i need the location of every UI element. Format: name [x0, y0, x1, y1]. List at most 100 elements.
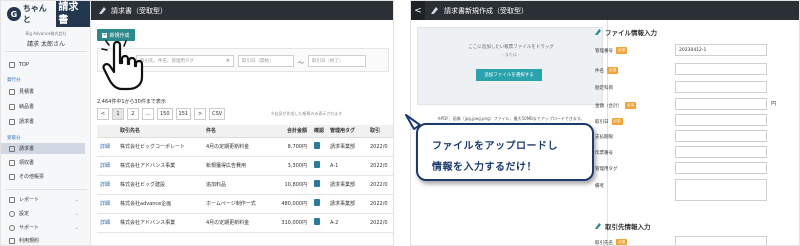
subject-input[interactable]	[675, 63, 767, 75]
range-separator: 〜	[298, 60, 305, 67]
detail-link[interactable]: 詳細	[97, 175, 117, 195]
label-text: 備考	[595, 184, 604, 189]
document-preview-icon[interactable]	[314, 218, 320, 225]
document-preview-icon[interactable]	[314, 180, 320, 187]
table-row[interactable]: 詳細 株式会社ビッグ建設 追加料品 10,800円 請求事業部 2022/0	[97, 175, 393, 195]
required-badge: 必須	[611, 118, 623, 125]
sidebar-item-label: 請求書	[19, 119, 35, 125]
sidebar-item-label: 設定	[19, 211, 30, 217]
document-icon	[9, 173, 15, 180]
column-header[interactable]: 取引	[367, 125, 393, 138]
sidebar-item-top[interactable]: TOP	[1, 59, 85, 70]
column-header[interactable]: 合計金額	[273, 125, 311, 138]
detail-link[interactable]: 詳細	[97, 213, 117, 233]
callout-text-line1: ファイルをアップロードし	[432, 141, 558, 152]
sidebar-item-settings[interactable]: 設定 ⌄	[1, 208, 85, 219]
brand-logo[interactable]: G ちゃんと 請求書	[7, 1, 90, 27]
field-label: 伝票番号	[595, 150, 613, 156]
subject-cell: 4月の定期更新料金	[203, 137, 273, 157]
table-row[interactable]: 詳細 株式会社アドバンス事業 新規獲得広告費用 3,300円 A-1 2022/…	[97, 156, 393, 176]
table-row[interactable]: 詳細 株式会社ビッグコーポレート 4月の定期更新料金 8,700円 請求事業部 …	[97, 137, 393, 157]
sidebar-item-terms[interactable]: 利用規約	[1, 235, 85, 245]
document-preview-icon[interactable]	[314, 199, 320, 206]
tag-cell: A-1	[327, 156, 367, 176]
page-button[interactable]: 151	[175, 108, 192, 120]
label-text: 管理用タグ	[595, 167, 618, 172]
sidebar-item-received-invoice[interactable]: 請求書	[1, 143, 85, 154]
invoice-list-screen: G ちゃんと 請求書 Big Advance株式会社 請求 太郎さん TOP 発…	[0, 0, 394, 246]
sidebar-item-received-receipt[interactable]: 領収書	[1, 157, 85, 168]
amount-input[interactable]	[675, 98, 767, 110]
date-cell: 2022/0	[367, 194, 393, 214]
sidebar-item-received-other[interactable]: その他帳票	[1, 171, 85, 182]
confirm-cell	[311, 137, 327, 157]
subject-cell: 4月の定期更新料金	[203, 213, 273, 233]
tag-cell: 請求事業部	[327, 137, 367, 157]
chevron-down-icon: ⌄	[74, 224, 79, 231]
client-info-section-title: 取引先情報入力	[595, 221, 651, 231]
csv-download-button[interactable]: CSV	[209, 108, 226, 120]
plus-icon: +	[102, 31, 108, 38]
confirm-cell	[311, 213, 327, 233]
sidebar-item-issued-quote[interactable]: 見積書	[1, 86, 85, 97]
document-preview-icon[interactable]	[314, 161, 320, 168]
page-button[interactable]: 2	[127, 108, 139, 120]
client-name-input[interactable]	[675, 236, 767, 245]
logo-text: ちゃんと	[22, 4, 47, 24]
management-number-input[interactable]: 20230412-1	[675, 44, 767, 56]
detail-link[interactable]: 詳細	[97, 156, 117, 176]
page-prev-button[interactable]: <	[97, 108, 109, 120]
pagination: < 1 2 ... 150 151 > CSV	[97, 108, 226, 120]
sidebar-item-label: TOP	[19, 61, 30, 68]
subject-cell: ホームページ制作一式	[203, 194, 273, 214]
user-name[interactable]: 請求 太郎さん	[1, 39, 91, 48]
tag-cell: 請求事業部	[327, 194, 367, 214]
subject-cell: 追加料品	[203, 175, 273, 195]
clear-icon[interactable]: ×	[226, 58, 230, 64]
column-header[interactable]: 取引先名	[117, 125, 203, 138]
column-header: 確認	[311, 125, 327, 138]
notes-textarea[interactable]	[675, 179, 767, 201]
button-label: 新規作成	[109, 32, 130, 39]
sidebar-item-issued-delivery[interactable]: 納品書	[1, 101, 85, 112]
sidebar-item-label: その他帳票	[19, 174, 45, 180]
keyword-search-input[interactable]: 取引先、件名、管理用タグ ×	[136, 55, 234, 67]
column-header[interactable]: 管理用タグ	[327, 125, 367, 138]
date-from-input[interactable]: 取引日（開始）	[238, 55, 294, 67]
management-tag-input[interactable]	[675, 162, 767, 174]
logo-text-highlight: 請求書	[56, 1, 90, 27]
label-text: 取引先名	[595, 240, 613, 246]
table-row[interactable]: 詳細 株式会社advance企画 ホームページ制作一式 480,000円 請求事…	[97, 194, 393, 214]
transaction-date-input[interactable]	[675, 114, 767, 126]
page-button[interactable]: 1	[112, 108, 124, 120]
table-row[interactable]: 詳細 株式会社アドバンス事業 4月の定期更新料金 310,000円 A-2 20…	[97, 213, 393, 233]
detail-link[interactable]: 詳細	[97, 137, 117, 157]
amount-cell: 3,300円	[273, 156, 311, 176]
document-preview-icon[interactable]	[314, 142, 320, 149]
pencil-icon	[595, 223, 601, 229]
account-select[interactable]	[675, 81, 767, 93]
column-header[interactable]: 件名	[203, 125, 273, 138]
due-date-input[interactable]	[675, 130, 767, 142]
chevron-down-icon: ⌄	[74, 210, 79, 217]
slip-number-input[interactable]	[675, 146, 767, 158]
divider	[5, 51, 87, 52]
detail-link[interactable]: 詳細	[97, 194, 117, 214]
page-button[interactable]: 150	[157, 108, 173, 120]
callout-text-line2: 情報を入力するだけ！	[432, 162, 537, 173]
back-button[interactable]: <	[411, 1, 425, 20]
tag-cell: A-2	[327, 213, 367, 233]
pager-note: ※自身が作成した帳票のみ表示されます	[271, 111, 343, 116]
sidebar-item-report[interactable]: レポート ⌄	[1, 194, 85, 205]
confirm-cell	[311, 175, 327, 195]
placeholder-text: 取引日（開始）	[242, 59, 274, 64]
page-next-button[interactable]: >	[194, 108, 207, 120]
sidebar-item-support[interactable]: サポート ⌄	[1, 222, 85, 233]
gear-icon	[9, 210, 15, 217]
date-to-input[interactable]: 取引日（終了）	[308, 55, 366, 67]
field-label: 管理番号 必須	[595, 47, 627, 54]
placeholder-text: 取引先、件名、管理用タグ	[140, 59, 194, 64]
select-file-button[interactable]: 追加ファイルを選択する	[476, 69, 542, 81]
sidebar-item-issued-invoice[interactable]: 請求書	[1, 116, 85, 127]
file-dropzone[interactable]: ここに追加したい帳票ファイルをドラッグ - または - 追加ファイルを選択する …	[417, 27, 603, 121]
